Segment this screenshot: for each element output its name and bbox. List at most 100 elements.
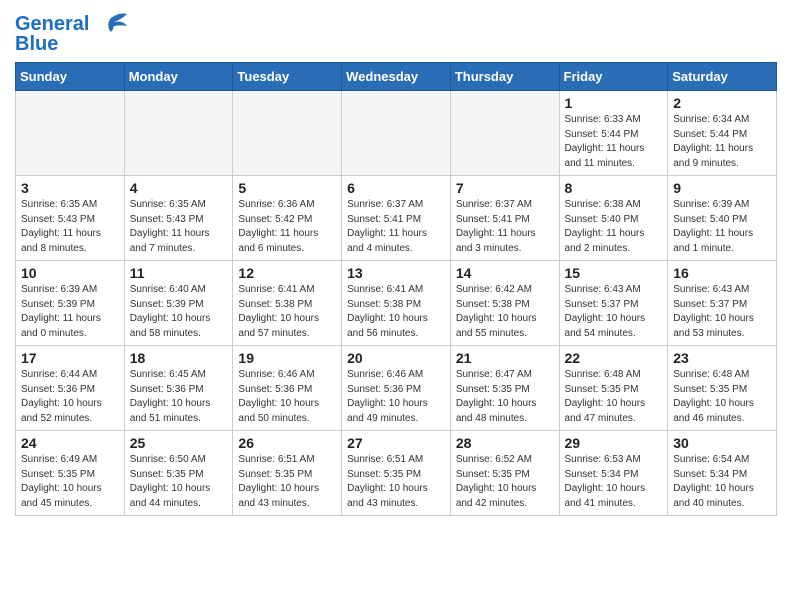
day-number: 23 <box>673 350 771 366</box>
calendar-cell: 6Sunrise: 6:37 AMSunset: 5:41 PMDaylight… <box>342 176 451 261</box>
calendar-cell <box>342 91 451 176</box>
calendar-cell: 25Sunrise: 6:50 AMSunset: 5:35 PMDayligh… <box>124 431 233 516</box>
calendar-cell: 28 Sunrise: 6:52 AMSunset: 5:35 PMDayligh… <box>450 431 559 516</box>
day-number: 8 <box>565 180 663 196</box>
day-info: Sunrise: 6:38 AMSunset: 5:40 PMDaylight:… <box>565 198 663 256</box>
day-number: 27 <box>347 435 445 451</box>
day-number: 18 <box>130 350 228 366</box>
day-number: 5 <box>238 180 336 196</box>
calendar-week-5: 24 Sunrise: 6:49 AMSunset: 5:35 PMDayligh… <box>16 431 777 516</box>
day-number: 17 <box>21 350 119 366</box>
day-info: Sunrise: 6:49 AMSunset: 5:35 PMDaylight:… <box>21 453 119 511</box>
day-number: 19 <box>238 350 336 366</box>
day-info: Sunrise: 6:50 AMSunset: 5:35 PMDaylight:… <box>130 453 228 511</box>
day-info: Sunrise: 6:35 AMSunset: 5:43 PMDaylight:… <box>130 198 228 256</box>
day-info: Sunrise: 6:47 AMSunset: 5:35 PMDaylight:… <box>456 368 554 426</box>
day-number: 10 <box>21 265 119 281</box>
day-number: 4 <box>130 180 228 196</box>
day-info: Sunrise: 6:40 AMSunset: 5:39 PMDaylight:… <box>130 283 228 341</box>
calendar-cell: 20Sunrise: 6:46 AMSunset: 5:36 PMDayligh… <box>342 346 451 431</box>
calendar-body: 1Sunrise: 6:33 AMSunset: 5:44 PMDaylight… <box>16 91 777 516</box>
day-number: 15 <box>565 265 663 281</box>
calendar-cell: 7 Sunrise: 6:37 AMSunset: 5:41 PMDaylight… <box>450 176 559 261</box>
calendar-cell: 29 Sunrise: 6:53 AMSunset: 5:34 PMDayligh… <box>559 431 668 516</box>
weekday-header-row: SundayMondayTuesdayWednesdayThursdayFrid… <box>16 63 777 91</box>
day-info: Sunrise: 6:53 AMSunset: 5:34 PMDaylight:… <box>565 453 663 511</box>
day-info: Sunrise: 6:52 AMSunset: 5:35 PMDaylight:… <box>456 453 554 511</box>
calendar-cell: 30 Sunrise: 6:54 AMSunset: 5:34 PMDayligh… <box>668 431 777 516</box>
day-number: 13 <box>347 265 445 281</box>
calendar-cell <box>233 91 342 176</box>
weekday-thursday: Thursday <box>450 63 559 91</box>
logo: General Blue <box>15 14 129 54</box>
calendar-table: SundayMondayTuesdayWednesdayThursdayFrid… <box>15 62 777 516</box>
day-info: Sunrise: 6:51 AMSunset: 5:35 PMDaylight:… <box>347 453 445 511</box>
logo-text: General Blue <box>15 14 89 54</box>
day-info: Sunrise: 6:45 AMSunset: 5:36 PMDaylight:… <box>130 368 228 426</box>
weekday-tuesday: Tuesday <box>233 63 342 91</box>
weekday-friday: Friday <box>559 63 668 91</box>
logo-blue: Blue <box>15 33 58 55</box>
calendar-week-4: 17Sunrise: 6:44 AMSunset: 5:36 PMDayligh… <box>16 346 777 431</box>
weekday-wednesday: Wednesday <box>342 63 451 91</box>
calendar-cell <box>124 91 233 176</box>
day-number: 30 <box>673 435 771 451</box>
calendar-cell: 11Sunrise: 6:40 AMSunset: 5:39 PMDayligh… <box>124 261 233 346</box>
day-info: Sunrise: 6:43 AMSunset: 5:37 PMDaylight:… <box>673 283 771 341</box>
day-number: 2 <box>673 95 771 111</box>
day-number: 7 <box>456 180 554 196</box>
day-info: Sunrise: 6:41 AMSunset: 5:38 PMDaylight:… <box>238 283 336 341</box>
calendar-cell: 4 Sunrise: 6:35 AMSunset: 5:43 PMDaylight… <box>124 176 233 261</box>
day-info: Sunrise: 6:48 AMSunset: 5:35 PMDaylight:… <box>673 368 771 426</box>
day-info: Sunrise: 6:54 AMSunset: 5:34 PMDaylight:… <box>673 453 771 511</box>
day-info: Sunrise: 6:34 AMSunset: 5:44 PMDaylight:… <box>673 113 771 171</box>
weekday-sunday: Sunday <box>16 63 125 91</box>
calendar-cell: 10Sunrise: 6:39 AMSunset: 5:39 PMDayligh… <box>16 261 125 346</box>
calendar-cell: 9 Sunrise: 6:39 AMSunset: 5:40 PMDaylight… <box>668 176 777 261</box>
day-info: Sunrise: 6:42 AMSunset: 5:38 PMDaylight:… <box>456 283 554 341</box>
calendar-cell: 27 Sunrise: 6:51 AMSunset: 5:35 PMDayligh… <box>342 431 451 516</box>
day-info: Sunrise: 6:41 AMSunset: 5:38 PMDaylight:… <box>347 283 445 341</box>
calendar-cell: 22 Sunrise: 6:48 AMSunset: 5:35 PMDayligh… <box>559 346 668 431</box>
day-number: 29 <box>565 435 663 451</box>
calendar-week-1: 1Sunrise: 6:33 AMSunset: 5:44 PMDaylight… <box>16 91 777 176</box>
calendar-cell <box>16 91 125 176</box>
day-number: 1 <box>565 95 663 111</box>
day-number: 20 <box>347 350 445 366</box>
calendar-cell: 24 Sunrise: 6:49 AMSunset: 5:35 PMDayligh… <box>16 431 125 516</box>
calendar-cell: 18 Sunrise: 6:45 AMSunset: 5:36 PMDayligh… <box>124 346 233 431</box>
calendar-cell: 17Sunrise: 6:44 AMSunset: 5:36 PMDayligh… <box>16 346 125 431</box>
day-info: Sunrise: 6:43 AMSunset: 5:37 PMDaylight:… <box>565 283 663 341</box>
day-info: Sunrise: 6:35 AMSunset: 5:43 PMDaylight:… <box>21 198 119 256</box>
day-number: 28 <box>456 435 554 451</box>
day-info: Sunrise: 6:37 AMSunset: 5:41 PMDaylight:… <box>456 198 554 256</box>
calendar-cell: 21Sunrise: 6:47 AMSunset: 5:35 PMDayligh… <box>450 346 559 431</box>
header: General Blue <box>15 10 777 54</box>
day-number: 3 <box>21 180 119 196</box>
calendar-cell: 26 Sunrise: 6:51 AMSunset: 5:35 PMDayligh… <box>233 431 342 516</box>
day-info: Sunrise: 6:36 AMSunset: 5:42 PMDaylight:… <box>238 198 336 256</box>
logo-bird-icon <box>91 10 129 40</box>
calendar-cell: 1Sunrise: 6:33 AMSunset: 5:44 PMDaylight… <box>559 91 668 176</box>
day-number: 24 <box>21 435 119 451</box>
calendar-cell: 15 Sunrise: 6:43 AMSunset: 5:37 PMDayligh… <box>559 261 668 346</box>
day-info: Sunrise: 6:37 AMSunset: 5:41 PMDaylight:… <box>347 198 445 256</box>
day-info: Sunrise: 6:39 AMSunset: 5:40 PMDaylight:… <box>673 198 771 256</box>
calendar-cell: 2 Sunrise: 6:34 AMSunset: 5:44 PMDaylight… <box>668 91 777 176</box>
day-info: Sunrise: 6:46 AMSunset: 5:36 PMDaylight:… <box>238 368 336 426</box>
day-number: 22 <box>565 350 663 366</box>
day-number: 12 <box>238 265 336 281</box>
day-number: 16 <box>673 265 771 281</box>
day-number: 9 <box>673 180 771 196</box>
calendar-cell: 12 Sunrise: 6:41 AMSunset: 5:38 PMDayligh… <box>233 261 342 346</box>
calendar-cell: 23 Sunrise: 6:48 AMSunset: 5:35 PMDayligh… <box>668 346 777 431</box>
calendar-cell: 19 Sunrise: 6:46 AMSunset: 5:36 PMDayligh… <box>233 346 342 431</box>
day-info: Sunrise: 6:48 AMSunset: 5:35 PMDaylight:… <box>565 368 663 426</box>
calendar-cell: 14Sunrise: 6:42 AMSunset: 5:38 PMDayligh… <box>450 261 559 346</box>
calendar-cell <box>450 91 559 176</box>
day-info: Sunrise: 6:51 AMSunset: 5:35 PMDaylight:… <box>238 453 336 511</box>
logo-general: General <box>15 13 89 35</box>
page-container: General Blue SundayMondayTuesdayWednesda… <box>0 0 792 526</box>
calendar-cell: 16 Sunrise: 6:43 AMSunset: 5:37 PMDayligh… <box>668 261 777 346</box>
day-number: 26 <box>238 435 336 451</box>
